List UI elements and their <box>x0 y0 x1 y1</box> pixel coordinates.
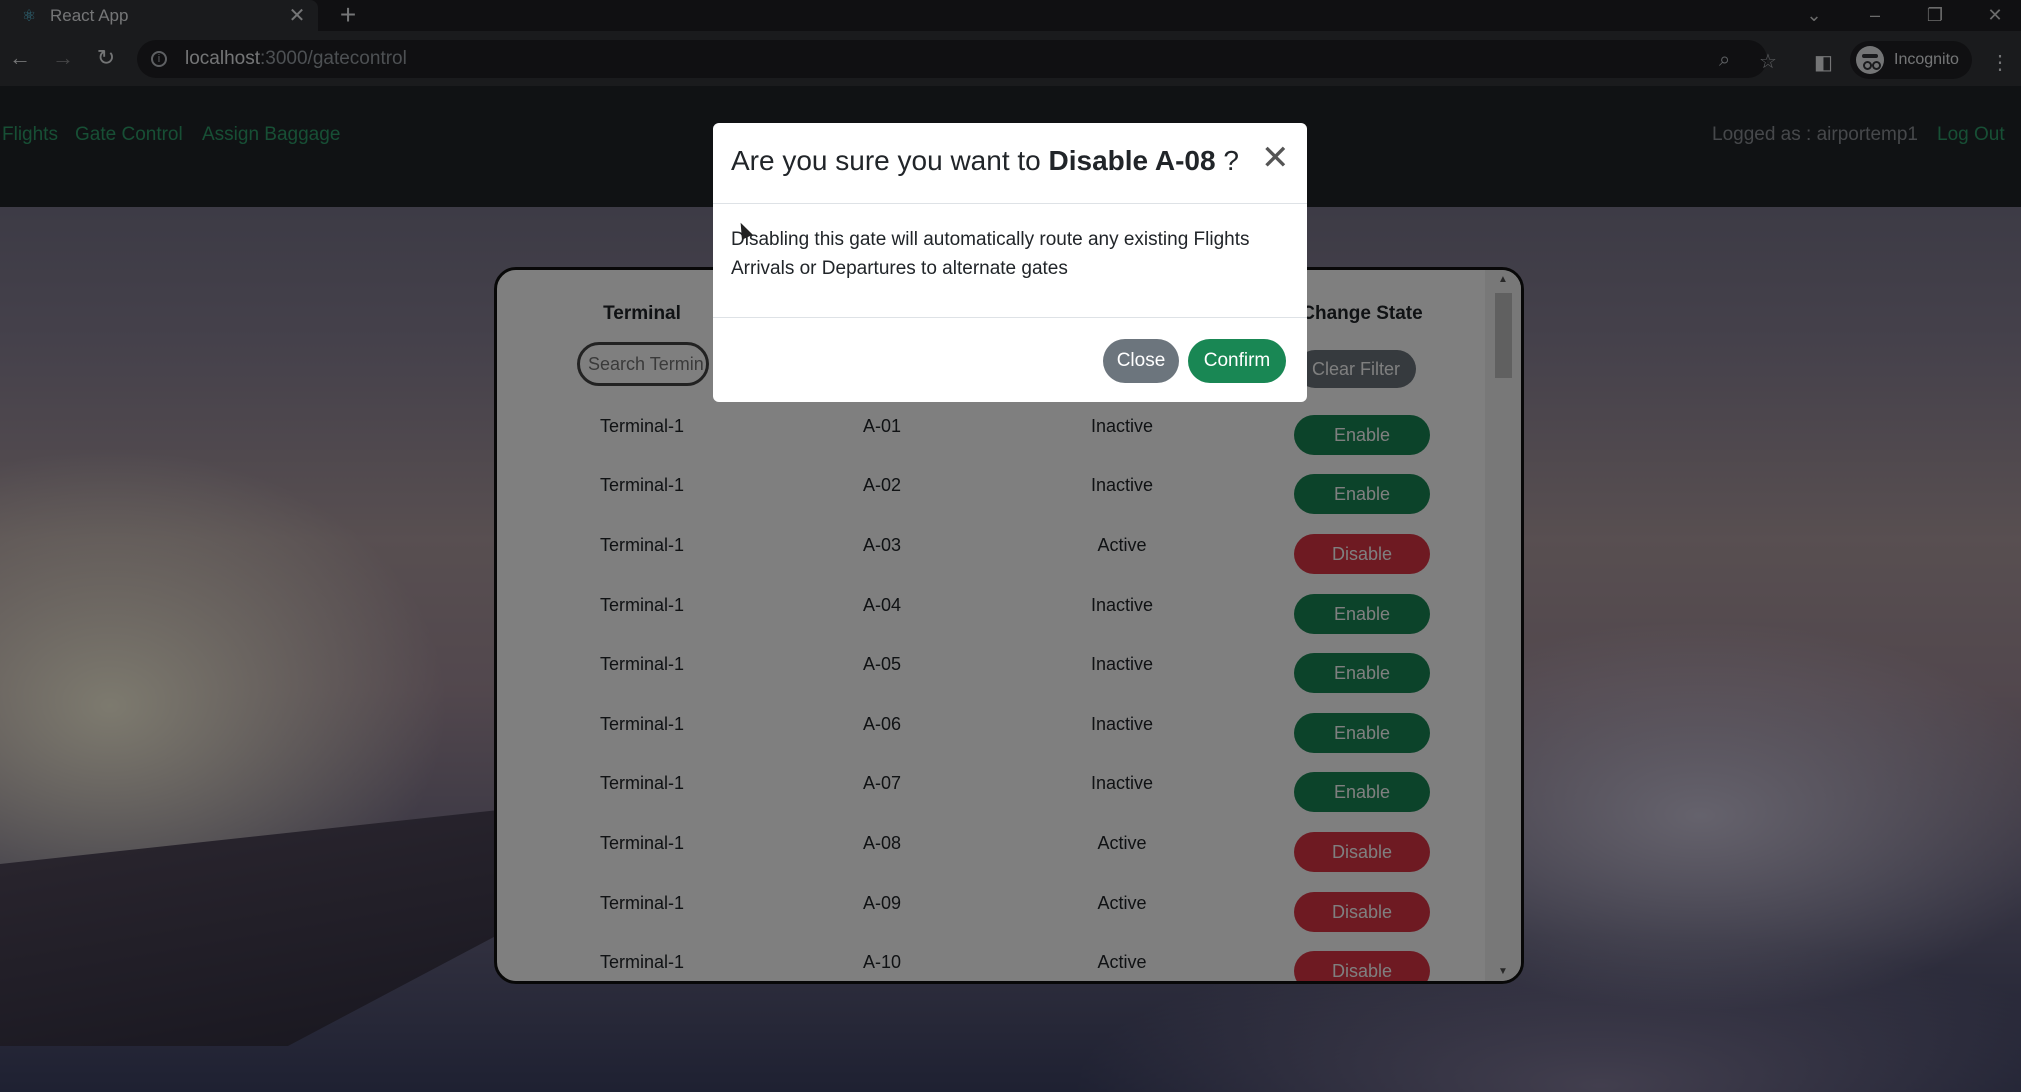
close-button[interactable]: Close <box>1103 339 1179 383</box>
modal-body-text: Disabling this gate will automatically r… <box>731 229 1250 279</box>
modal-header: Are you sure you want to Disable A-08 ? … <box>713 123 1307 204</box>
confirm-disable-modal: Are you sure you want to Disable A-08 ? … <box>713 123 1307 402</box>
close-icon[interactable]: ✕ <box>1261 141 1290 175</box>
modal-footer: Close Confirm <box>713 317 1307 402</box>
modal-title: Are you sure you want to Disable A-08 ? <box>731 145 1239 176</box>
confirm-button[interactable]: Confirm <box>1188 339 1286 383</box>
